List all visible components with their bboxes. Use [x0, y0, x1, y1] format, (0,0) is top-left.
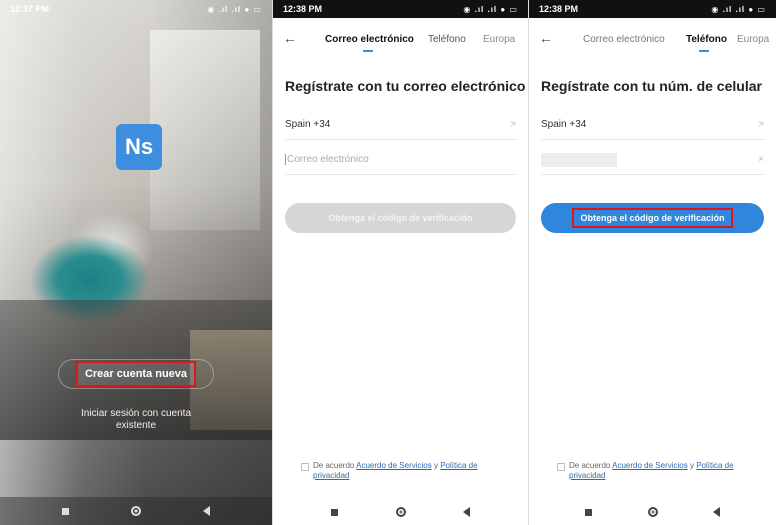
square-icon[interactable]: [330, 508, 338, 516]
status-time: 12:37 PM: [10, 4, 50, 14]
circle-icon[interactable]: [647, 507, 658, 517]
square-icon[interactable]: [62, 507, 69, 515]
chevron-right-icon: >: [510, 119, 516, 130]
email-register-screen: 12:38 PM ◉ .ıl .ıl ● ▭ ← Correo electrón…: [272, 0, 528, 525]
agree-and: y: [433, 461, 438, 470]
app-logo: Ns: [116, 124, 162, 170]
tab-email[interactable]: Correo electrónico: [583, 34, 665, 45]
system-nav-bar: [529, 499, 776, 525]
status-bar: 12:37 PM ◉ .ıl .ıl ● ▭: [0, 0, 272, 18]
tab-email[interactable]: Correo electrónico: [325, 34, 414, 45]
create-account-button[interactable]: Crear cuenta nueva: [76, 361, 196, 387]
arrow-left-icon[interactable]: ←: [539, 30, 553, 46]
square-icon[interactable]: [584, 508, 592, 516]
country-value: Spain +34: [541, 119, 587, 130]
active-tab-indicator: [699, 50, 709, 52]
status-time: 12:38 PM: [283, 4, 323, 14]
tab-europe[interactable]: Europa: [737, 34, 769, 45]
email-input[interactable]: Correo electrónico: [285, 145, 516, 175]
login-existing-link[interactable]: Iniciar sesión con cuenta existente: [70, 408, 202, 432]
status-icons: ◉ .ıl .ıl ● ▭: [207, 4, 262, 14]
status-icons: ◉ .ıl .ıl ● ▭: [711, 4, 766, 14]
text-caret: [285, 153, 286, 165]
chevron-right-icon: >: [758, 119, 764, 130]
country-value: Spain +34: [285, 119, 331, 130]
triangle-back-icon[interactable]: [463, 507, 471, 517]
terms-link[interactable]: Acuerdo de Servicios: [356, 461, 432, 470]
page-title: Regístrate con tu núm. de celular: [541, 78, 762, 94]
triangle-back-icon[interactable]: [203, 506, 210, 516]
status-time: 12:38 PM: [539, 4, 579, 14]
agree-checkbox[interactable]: [557, 463, 565, 471]
status-bar: 12:38 PM ◉ .ıl .ıl ● ▭: [529, 0, 776, 18]
tab-phone[interactable]: Teléfono: [686, 34, 727, 45]
agree-and: y: [689, 461, 694, 470]
status-icons: ◉ .ıl .ıl ● ▭: [463, 4, 518, 14]
active-tab-indicator: [363, 50, 373, 52]
agreement-row: De acuerdo Acuerdo de Servicios y Políti…: [301, 461, 510, 481]
phone-register-screen: 12:38 PM ◉ .ıl .ıl ● ▭ ← Correo electrón…: [528, 0, 776, 525]
phone-number-redacted: [541, 152, 617, 167]
arrow-left-icon[interactable]: ←: [283, 30, 297, 46]
circle-icon[interactable]: [395, 507, 406, 517]
circle-icon[interactable]: [131, 506, 141, 516]
email-placeholder: Correo electrónico: [287, 154, 369, 166]
verify-label: Obtenga el código de verificación: [572, 208, 733, 228]
agree-checkbox[interactable]: [301, 463, 309, 471]
country-selector[interactable]: Spain +34 >: [285, 110, 516, 140]
country-selector[interactable]: Spain +34 >: [541, 110, 764, 140]
three-phone-screens: 12:37 PM ◉ .ıl .ıl ● ▭ Ns Crear cuenta n…: [0, 0, 776, 525]
agree-prefix: De acuerdo: [313, 461, 355, 470]
tab-phone[interactable]: Teléfono: [428, 34, 466, 45]
background-window: [150, 30, 260, 230]
system-nav-bar: [273, 499, 528, 525]
terms-link[interactable]: Acuerdo de Servicios: [612, 461, 688, 470]
phone-input[interactable]: ×: [541, 145, 764, 175]
agree-prefix: De acuerdo: [569, 461, 611, 470]
get-verification-code-button[interactable]: Obtenga el código de verificación: [285, 203, 516, 233]
system-nav-bar: [0, 497, 272, 525]
agreement-row: De acuerdo Acuerdo de Servicios y Políti…: [557, 461, 758, 481]
get-verification-code-button[interactable]: Obtenga el código de verificación: [541, 203, 764, 233]
page-title: Regístrate con tu correo electrónico: [285, 78, 526, 94]
welcome-screen: 12:37 PM ◉ .ıl .ıl ● ▭ Ns Crear cuenta n…: [0, 0, 272, 525]
tab-europe[interactable]: Europa: [483, 34, 515, 45]
status-bar: 12:38 PM ◉ .ıl .ıl ● ▭: [273, 0, 528, 18]
clear-icon[interactable]: ×: [758, 154, 764, 165]
triangle-back-icon[interactable]: [713, 507, 721, 517]
